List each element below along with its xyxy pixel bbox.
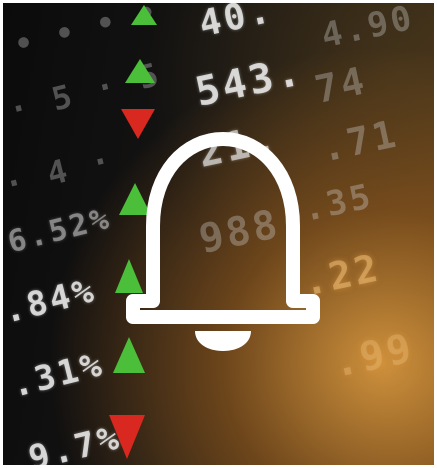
- ticker-text: .71: [317, 111, 403, 171]
- ticker-text: 543.: [191, 48, 307, 116]
- ticker-text: .84%: [3, 270, 101, 332]
- down-arrow-icon: [109, 415, 145, 459]
- up-arrow-icon: [131, 5, 157, 25]
- ticker-text: 40.: [195, 3, 277, 46]
- ticker-text: 74: [310, 58, 371, 112]
- ticker-text: · 4 ·: [3, 140, 118, 204]
- ticker-text: 6.52%: [4, 200, 115, 261]
- ticker-text: 4.90: [317, 3, 419, 57]
- up-arrow-icon: [125, 59, 155, 83]
- ticker-text: .99: [329, 325, 419, 387]
- ticker-text: .31%: [7, 344, 109, 406]
- stock-ticker-photo: • • • • · 5 · 5 · 4 · 6.52% .84% .31% .9…: [3, 3, 434, 465]
- bell-icon: [126, 132, 320, 351]
